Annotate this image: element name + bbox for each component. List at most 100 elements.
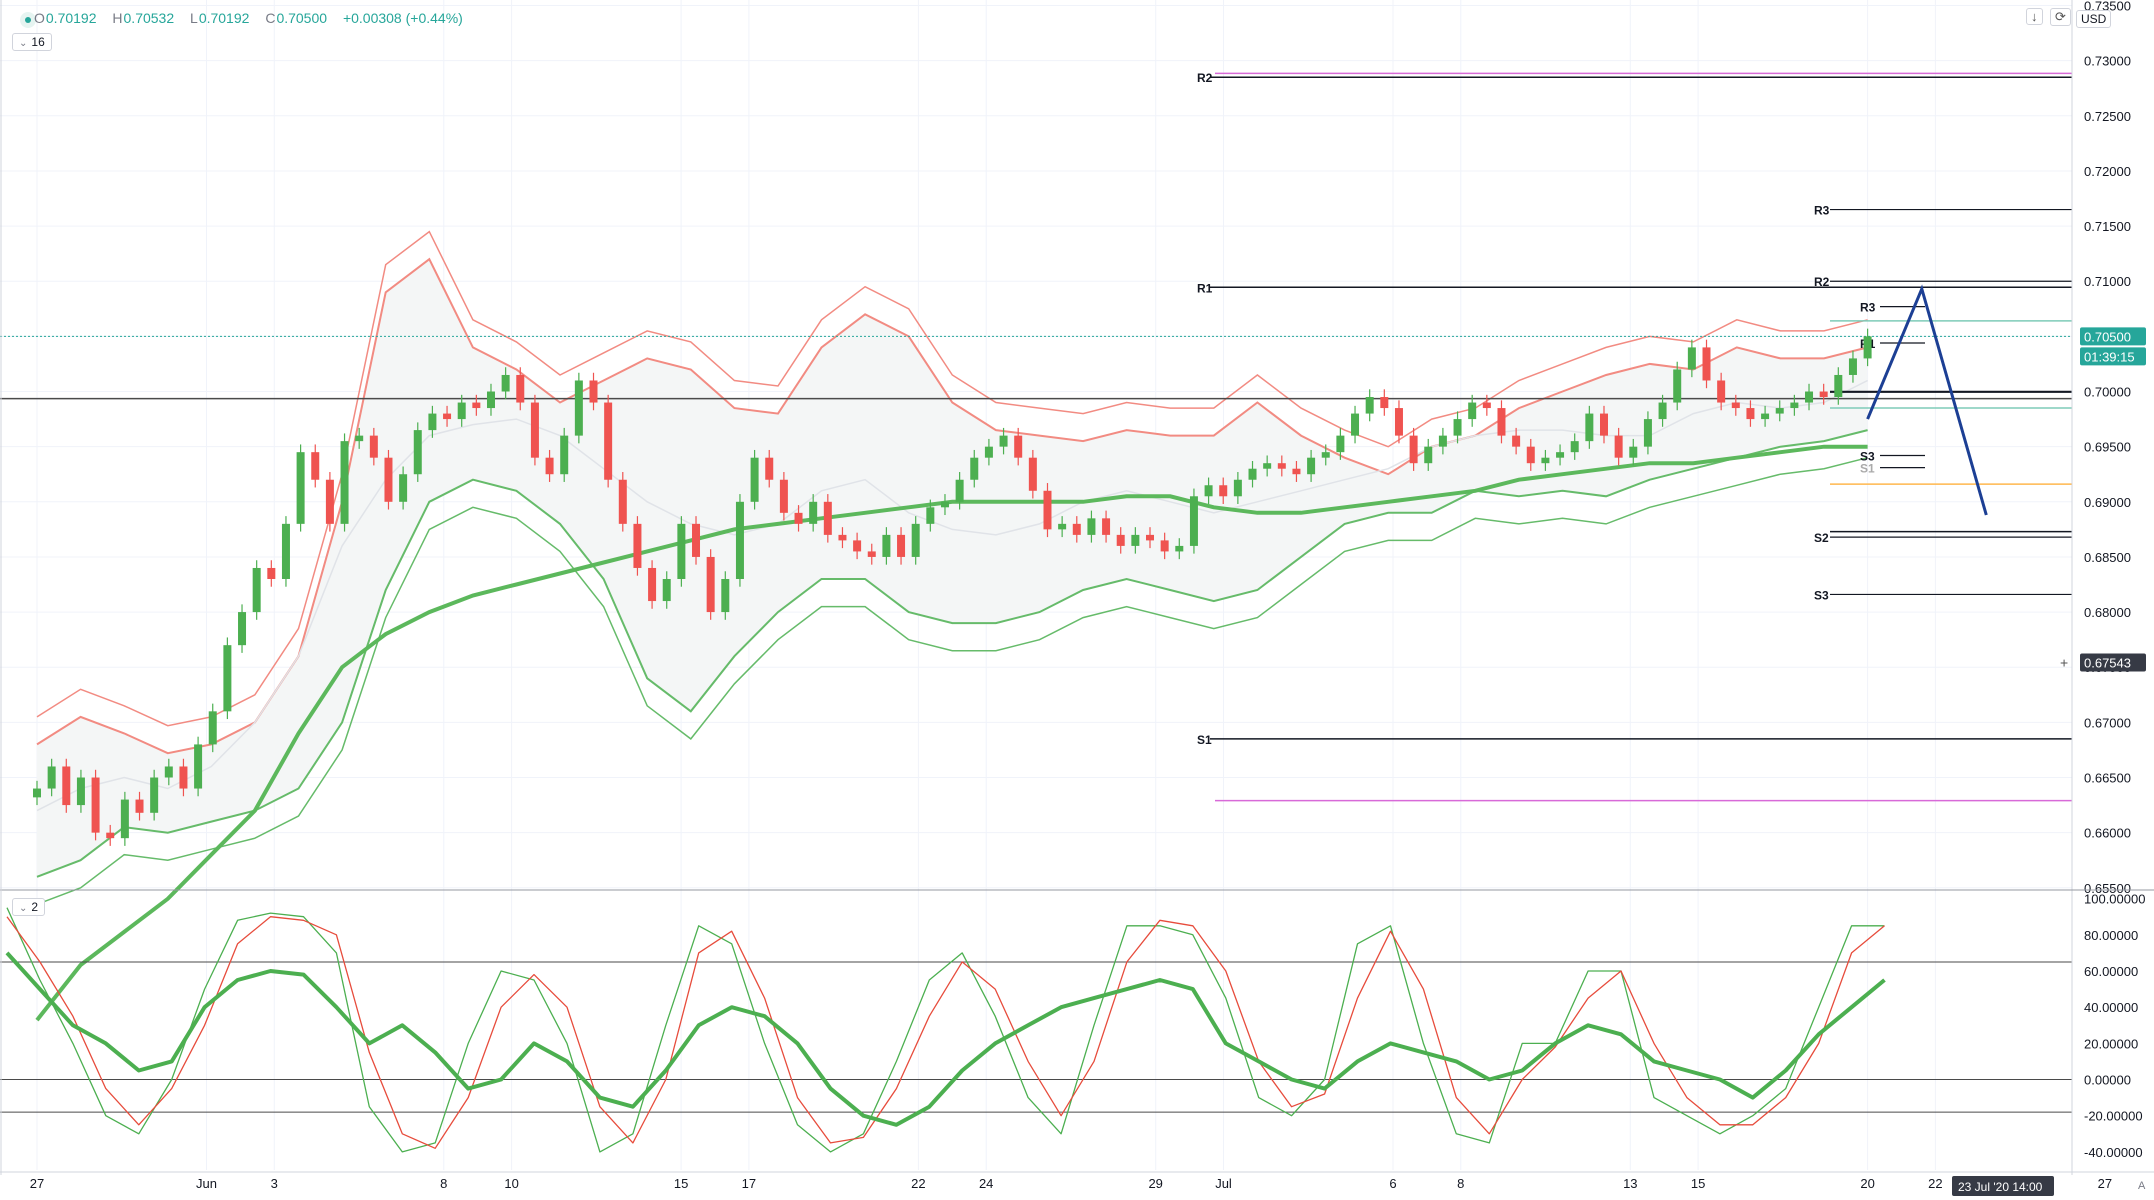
- y-tick-label: 0.71500: [2084, 219, 2131, 234]
- osc-y-tick-label: -20.00000: [2084, 1109, 2143, 1124]
- candle: [1351, 405, 1360, 444]
- projection-path: [1866, 284, 1988, 516]
- candle-body: [1394, 408, 1403, 436]
- candle-body: [1307, 457, 1316, 475]
- candle-body: [794, 512, 803, 524]
- candle: [1365, 389, 1374, 422]
- x-tick-label: 27: [2098, 1176, 2112, 1191]
- candle-body: [1805, 391, 1814, 403]
- osc-series-line: [6, 916, 1885, 1149]
- pivot-label: S2: [1814, 531, 1829, 545]
- pivot-label: S1: [1197, 733, 1212, 747]
- candle-body: [867, 551, 876, 557]
- candle-body: [765, 457, 774, 480]
- candle-body: [1834, 374, 1843, 398]
- candle-body: [1819, 391, 1828, 398]
- candle-body: [1058, 523, 1067, 530]
- candle: [1380, 389, 1389, 416]
- chevron-down-icon: ⌄: [19, 903, 28, 914]
- candle-body: [150, 777, 159, 813]
- candle-body: [706, 556, 715, 613]
- candle-body: [1526, 446, 1535, 464]
- pivot-label: S3: [1814, 588, 1829, 602]
- y-tick-label: 0.65500: [2084, 881, 2131, 896]
- candle: [618, 472, 627, 532]
- candle-body: [633, 523, 642, 568]
- candle-body: [340, 441, 349, 524]
- x-tick-label: 22: [1928, 1176, 1942, 1191]
- crosshair-plus-icon: +: [2060, 654, 2068, 670]
- candle-body: [457, 402, 466, 420]
- candle-body: [1570, 441, 1579, 453]
- candle: [384, 449, 393, 510]
- candle: [194, 736, 203, 797]
- candle-body: [413, 430, 422, 475]
- refresh-icon[interactable]: ⟳: [2050, 8, 2071, 26]
- chevron-down-icon: ⌄: [19, 38, 28, 49]
- candle-body: [1658, 402, 1667, 420]
- candle: [677, 516, 686, 587]
- candle-body: [662, 578, 671, 602]
- candle-body: [194, 744, 203, 789]
- candle-body: [882, 534, 891, 557]
- arrow-down-icon[interactable]: ↓: [2026, 8, 2043, 25]
- candle-body: [501, 374, 510, 392]
- y-tick-label: 0.67000: [2084, 715, 2131, 730]
- candle-body: [33, 788, 41, 798]
- candle-body: [604, 402, 613, 480]
- candle-body: [355, 435, 364, 442]
- candle-body: [1409, 435, 1418, 464]
- x-tick-label: 24: [979, 1176, 993, 1191]
- candle: [530, 394, 539, 466]
- y-tick-label: 0.68000: [2084, 605, 2131, 620]
- candle-body: [1614, 435, 1623, 458]
- candle-body: [1248, 468, 1257, 480]
- x-tick-label: 10: [504, 1176, 518, 1191]
- candle-body: [1438, 435, 1447, 447]
- y-tick-label: 0.66500: [2084, 771, 2131, 786]
- y-tick-label: 0.69000: [2084, 495, 2131, 510]
- candle-body: [472, 402, 481, 409]
- candle-body: [1233, 479, 1242, 497]
- candle-body: [618, 479, 627, 524]
- candle-body: [897, 534, 906, 557]
- candle-body: [721, 578, 730, 613]
- candle-body: [1717, 380, 1726, 403]
- change-value: +0.00308 (+0.44%): [342, 10, 463, 26]
- candle-body: [399, 474, 408, 502]
- y-tick-label: 0.68500: [2084, 550, 2131, 565]
- oscillator-toggle[interactable]: ⌄ 2: [12, 898, 46, 916]
- indicator-toggle[interactable]: ⌄ 16: [12, 33, 52, 51]
- candle-body: [1365, 397, 1374, 414]
- candle-body: [1731, 402, 1740, 409]
- candle: [281, 516, 290, 587]
- x-tick-label: 15: [674, 1176, 688, 1191]
- candle-body: [574, 380, 583, 436]
- pivot-label: R3: [1814, 204, 1830, 218]
- candle-body: [750, 457, 759, 502]
- currency-label[interactable]: USD: [2076, 10, 2112, 28]
- auto-scale-button[interactable]: A: [2138, 1180, 2145, 1192]
- countdown-tag: 01:39:15: [2084, 349, 2135, 364]
- candle: [413, 422, 422, 482]
- candle-body: [1702, 347, 1711, 381]
- candle-body: [838, 534, 847, 541]
- open-value: 0.70192: [45, 10, 97, 26]
- candle-body: [984, 446, 993, 458]
- pivot-label: R2: [1814, 275, 1830, 289]
- candle: [750, 449, 759, 510]
- pivot-label: R1: [1197, 281, 1213, 295]
- candle-body: [179, 766, 188, 789]
- bollinger-bands: [35, 230, 1868, 1022]
- candle: [633, 516, 642, 576]
- projection-arrow: [1866, 284, 1988, 516]
- candle: [604, 394, 613, 488]
- pivot-label: R3: [1860, 301, 1876, 315]
- x-tick-label: 8: [1457, 1176, 1464, 1191]
- candle-body: [384, 457, 393, 502]
- candle-body: [1072, 523, 1081, 535]
- high-value: 0.70532: [123, 10, 175, 26]
- y-tick-label: 0.66000: [2084, 826, 2131, 841]
- chart-canvas[interactable]: R2R1S1R3R2S2S3R3R1S3S1 100.0000080.00000…: [0, 0, 2154, 1200]
- x-tick-label: 15: [1691, 1176, 1705, 1191]
